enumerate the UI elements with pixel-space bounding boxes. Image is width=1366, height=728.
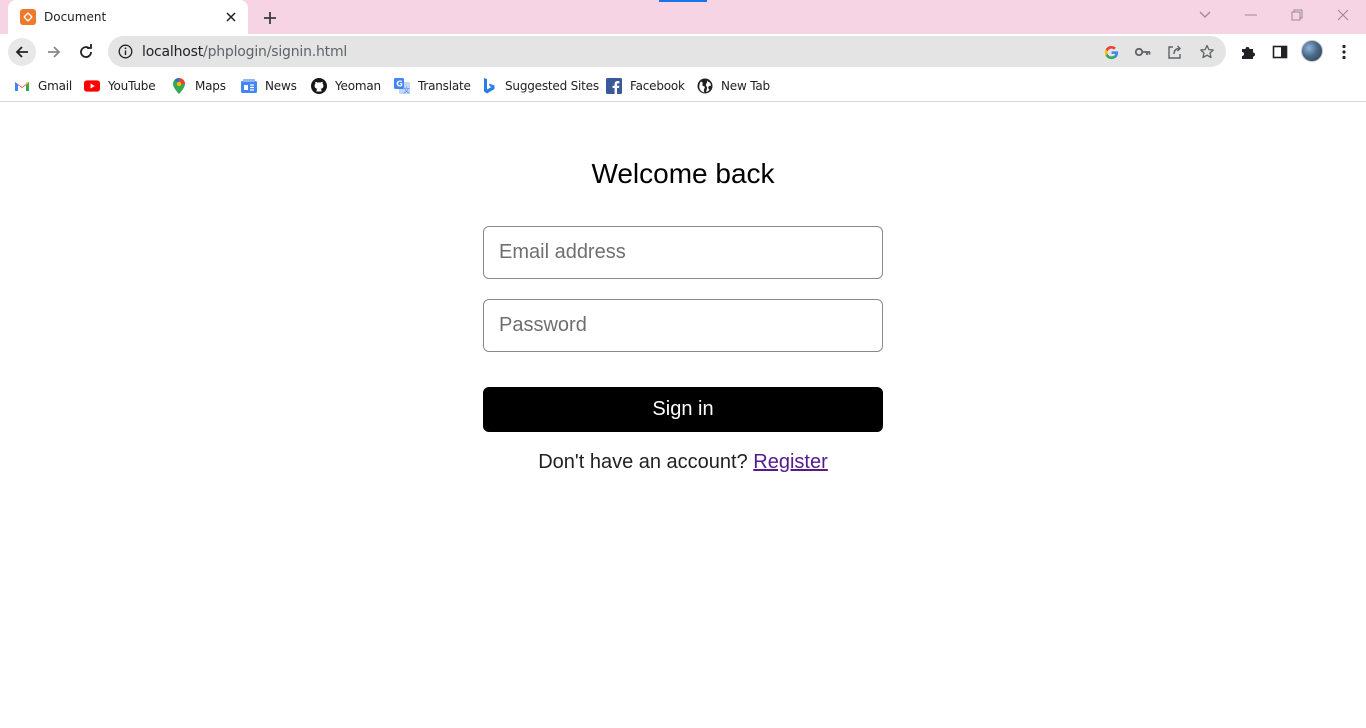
url-path: /phplogin/signin.html [203, 44, 348, 60]
browser-toolbar: localhost/phplogin/signin.html [0, 34, 1366, 70]
key-icon[interactable] [1134, 43, 1152, 61]
youtube-icon [84, 78, 100, 94]
svg-text:G: G [396, 80, 402, 89]
bookmark-suggested-sites[interactable]: Suggested Sites [481, 76, 599, 96]
bookmark-star-icon[interactable] [1198, 43, 1216, 61]
address-bar[interactable]: localhost/phplogin/signin.html [108, 36, 1226, 67]
extensions-puzzle-icon[interactable] [1238, 42, 1258, 62]
bookmark-translate[interactable]: G文 Translate [394, 76, 471, 96]
bookmark-label: Yeoman [335, 79, 381, 93]
tab-strip-accent [659, 0, 707, 2]
bing-icon [481, 78, 497, 94]
close-window-icon[interactable] [1330, 4, 1356, 26]
translate-icon: G文 [394, 78, 410, 94]
bookmark-label: Translate [418, 79, 471, 93]
new-tab-button[interactable] [258, 6, 282, 30]
bookmark-label: Gmail [38, 79, 73, 93]
facebook-icon [606, 78, 622, 94]
bookmark-label: News [265, 79, 297, 93]
bookmark-label: Facebook [630, 79, 685, 93]
gmail-icon [14, 78, 30, 94]
bookmark-label: Suggested Sites [505, 79, 599, 93]
browser-tab-strip: Document [0, 0, 1366, 34]
side-panel-icon[interactable] [1270, 42, 1290, 62]
bookmark-youtube[interactable]: YouTube [84, 76, 156, 96]
github-icon [311, 78, 327, 94]
maps-icon [171, 78, 187, 94]
browser-tab[interactable]: Document [8, 0, 248, 34]
page-title: Welcome back [591, 158, 775, 189]
news-icon [241, 78, 257, 94]
svg-text:文: 文 [403, 86, 410, 95]
forward-arrow-icon[interactable] [40, 38, 68, 66]
email-field[interactable] [483, 226, 883, 279]
url-host: localhost [142, 44, 204, 60]
sign-in-button[interactable]: Sign in [483, 387, 883, 432]
tab-title: Document [44, 10, 107, 24]
restore-window-icon[interactable] [1284, 4, 1310, 26]
bookmark-label: New Tab [721, 79, 770, 93]
profile-avatar[interactable] [1301, 40, 1323, 62]
bookmark-gmail[interactable]: Gmail [14, 76, 72, 96]
register-prompt: Don't have an account? Register [383, 451, 983, 474]
google-lens-icon[interactable] [1102, 43, 1120, 61]
bookmark-new-tab[interactable]: New Tab [697, 76, 770, 96]
xampp-favicon-icon [20, 9, 36, 25]
share-icon[interactable] [1166, 43, 1184, 61]
more-menu-icon[interactable] [1334, 42, 1354, 62]
bookmarks-bar: Gmail YouTube Maps News Yeoman G文 Transl… [0, 70, 1366, 102]
url-text[interactable]: localhost/phplogin/signin.html [142, 44, 347, 60]
bookmark-yeoman[interactable]: Yeoman [311, 76, 381, 96]
tab-search-chevron-icon[interactable] [1192, 4, 1218, 26]
bookmark-maps[interactable]: Maps [171, 76, 226, 96]
reload-icon[interactable] [72, 38, 100, 66]
tab-close-icon[interactable] [222, 8, 240, 26]
bookmark-facebook[interactable]: Facebook [606, 76, 685, 96]
globe-icon [697, 78, 713, 94]
minimize-window-icon[interactable] [1238, 4, 1264, 26]
bookmark-label: Maps [195, 79, 226, 93]
bookmark-news[interactable]: News [241, 76, 297, 96]
register-link[interactable]: Register [753, 451, 827, 473]
password-field[interactable] [483, 299, 883, 352]
register-prompt-text: Don't have an account? [538, 451, 748, 473]
back-arrow-icon[interactable] [8, 38, 36, 66]
bookmark-label: YouTube [108, 79, 156, 93]
site-info-icon[interactable] [118, 44, 133, 59]
